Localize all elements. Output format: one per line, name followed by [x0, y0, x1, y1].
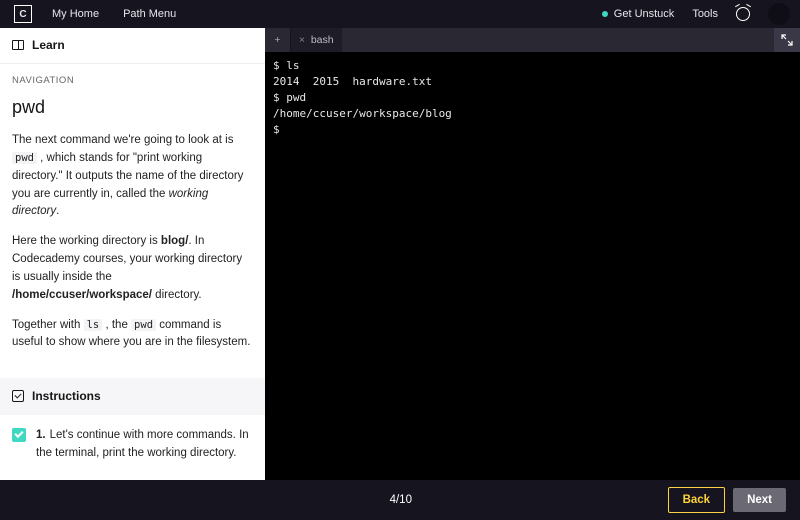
- instructions-label: Instructions: [32, 387, 101, 406]
- terminal-tabs: + × bash: [265, 28, 800, 52]
- avatar-icon: [768, 3, 790, 25]
- learn-label: Learn: [32, 36, 65, 55]
- dot-icon: [602, 11, 608, 17]
- tab-label: bash: [311, 34, 334, 46]
- logo-letter: C: [19, 9, 26, 20]
- back-button[interactable]: Back: [668, 487, 726, 513]
- nav-my-home[interactable]: My Home: [52, 8, 99, 20]
- add-tab-button[interactable]: +: [265, 28, 291, 52]
- logo[interactable]: C: [14, 5, 32, 23]
- lesson-panel: Learn NAVIGATION pwd The next command we…: [0, 28, 265, 480]
- next-button[interactable]: Next: [733, 488, 786, 512]
- get-unstuck-label: Get Unstuck: [614, 8, 675, 20]
- tools-link[interactable]: Tools: [692, 8, 718, 20]
- expand-icon: [781, 34, 793, 46]
- book-icon: [12, 40, 24, 50]
- expand-button[interactable]: [774, 28, 800, 52]
- nav-path-menu[interactable]: Path Menu: [123, 8, 176, 20]
- main: Learn NAVIGATION pwd The next command we…: [0, 28, 800, 480]
- steps: 1.Let's continue with more commands. In …: [0, 415, 265, 480]
- page-title: pwd: [12, 94, 253, 122]
- learn-header[interactable]: Learn: [0, 28, 265, 64]
- terminal-panel: + × bash $ ls 2014 2015 hardware.txt $ p…: [265, 28, 800, 480]
- paragraph-2: Here the working directory is blog/. In …: [12, 233, 253, 304]
- progress-indicator: 4/10: [134, 494, 668, 506]
- avatar-button[interactable]: [768, 3, 790, 25]
- get-unstuck-link[interactable]: Get Unstuck: [602, 8, 675, 20]
- timer-button[interactable]: [736, 7, 750, 21]
- instructions-header[interactable]: Instructions: [0, 378, 265, 415]
- step-checkbox-done: [12, 428, 26, 442]
- paragraph-1: The next command we're going to look at …: [12, 132, 253, 221]
- checklist-icon: [12, 390, 24, 402]
- lesson-body: NAVIGATION pwd The next command we're go…: [0, 64, 265, 379]
- paragraph-3: Together with ls , the pwd command is us…: [12, 317, 253, 353]
- step-1: 1.Let's continue with more commands. In …: [12, 427, 253, 463]
- tab-bash[interactable]: × bash: [291, 28, 342, 52]
- breadcrumb: NAVIGATION: [12, 74, 253, 89]
- footer: 4/10 Back Next: [0, 480, 800, 520]
- alarm-icon: [736, 7, 750, 21]
- topbar: C My Home Path Menu Get Unstuck Tools: [0, 0, 800, 28]
- terminal-output[interactable]: $ ls 2014 2015 hardware.txt $ pwd /home/…: [265, 52, 800, 480]
- close-icon[interactable]: ×: [299, 35, 305, 46]
